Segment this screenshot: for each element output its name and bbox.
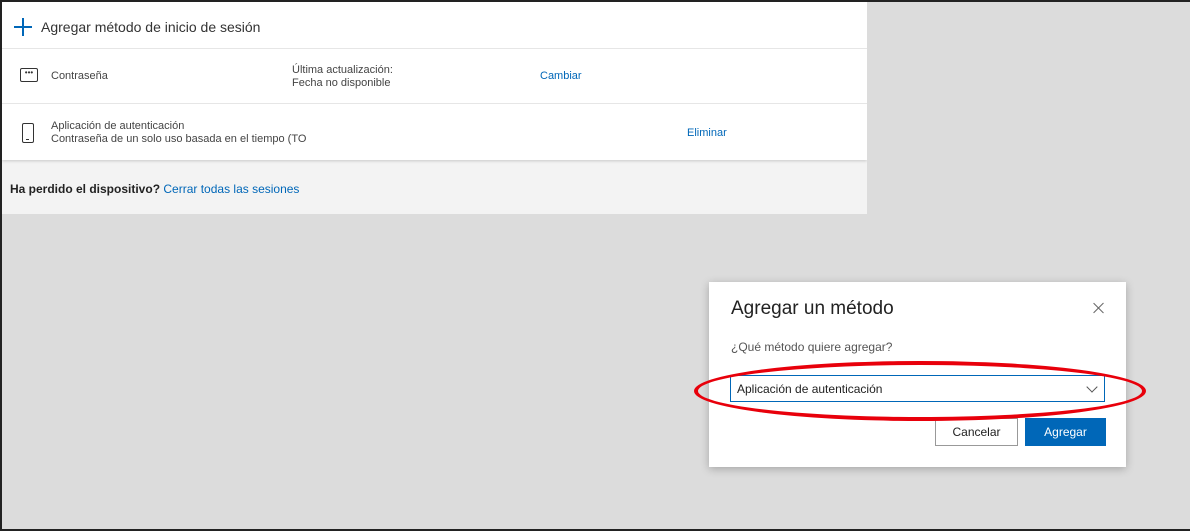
modal-overlay <box>867 2 1190 214</box>
method-description: Contraseña de un solo uso basada en el t… <box>51 133 307 145</box>
method-name: Aplicación de autenticación <box>51 120 185 132</box>
method-row-authenticator: Aplicación de autenticación Contraseña d… <box>2 103 867 160</box>
sign-in-methods-card: Agregar método de inicio de sesión ••• C… <box>2 2 867 160</box>
close-icon[interactable] <box>1089 298 1109 318</box>
method-name: Contraseña <box>51 70 108 82</box>
lost-device-question: Ha perdido el dispositivo? <box>10 182 161 196</box>
sign-out-everywhere-link[interactable]: Cerrar todas las sesiones <box>163 182 299 196</box>
method-row-password: ••• Contraseña Última actualización: Fec… <box>2 48 867 103</box>
password-icon: ••• <box>20 68 38 82</box>
last-updated-value: Fecha no disponible <box>292 77 391 89</box>
plus-icon <box>13 17 33 37</box>
method-select[interactable]: Aplicación de autenticación <box>730 375 1105 402</box>
change-password-link[interactable]: Cambiar <box>540 70 582 83</box>
add-method-dialog: Agregar un método ¿Qué método quiere agr… <box>709 282 1126 467</box>
last-updated-label: Última actualización: <box>292 64 393 76</box>
chevron-down-icon <box>1086 381 1098 393</box>
cancel-button[interactable]: Cancelar <box>935 418 1018 446</box>
phone-icon <box>22 123 34 143</box>
add-method-label: Agregar método de inicio de sesión <box>41 19 261 35</box>
add-method-link[interactable]: Agregar método de inicio de sesión <box>2 12 260 42</box>
lost-device-line: Ha perdido el dispositivo? Cerrar todas … <box>10 182 299 196</box>
screen-frame: Agregar método de inicio de sesión ••• C… <box>0 0 1190 531</box>
dialog-title: Agregar un método <box>731 298 894 319</box>
dialog-question: ¿Qué método quiere agregar? <box>731 340 893 354</box>
add-button[interactable]: Agregar <box>1025 418 1106 446</box>
remove-method-link[interactable]: Eliminar <box>687 127 727 140</box>
selected-method: Aplicación de autenticación <box>737 381 883 396</box>
